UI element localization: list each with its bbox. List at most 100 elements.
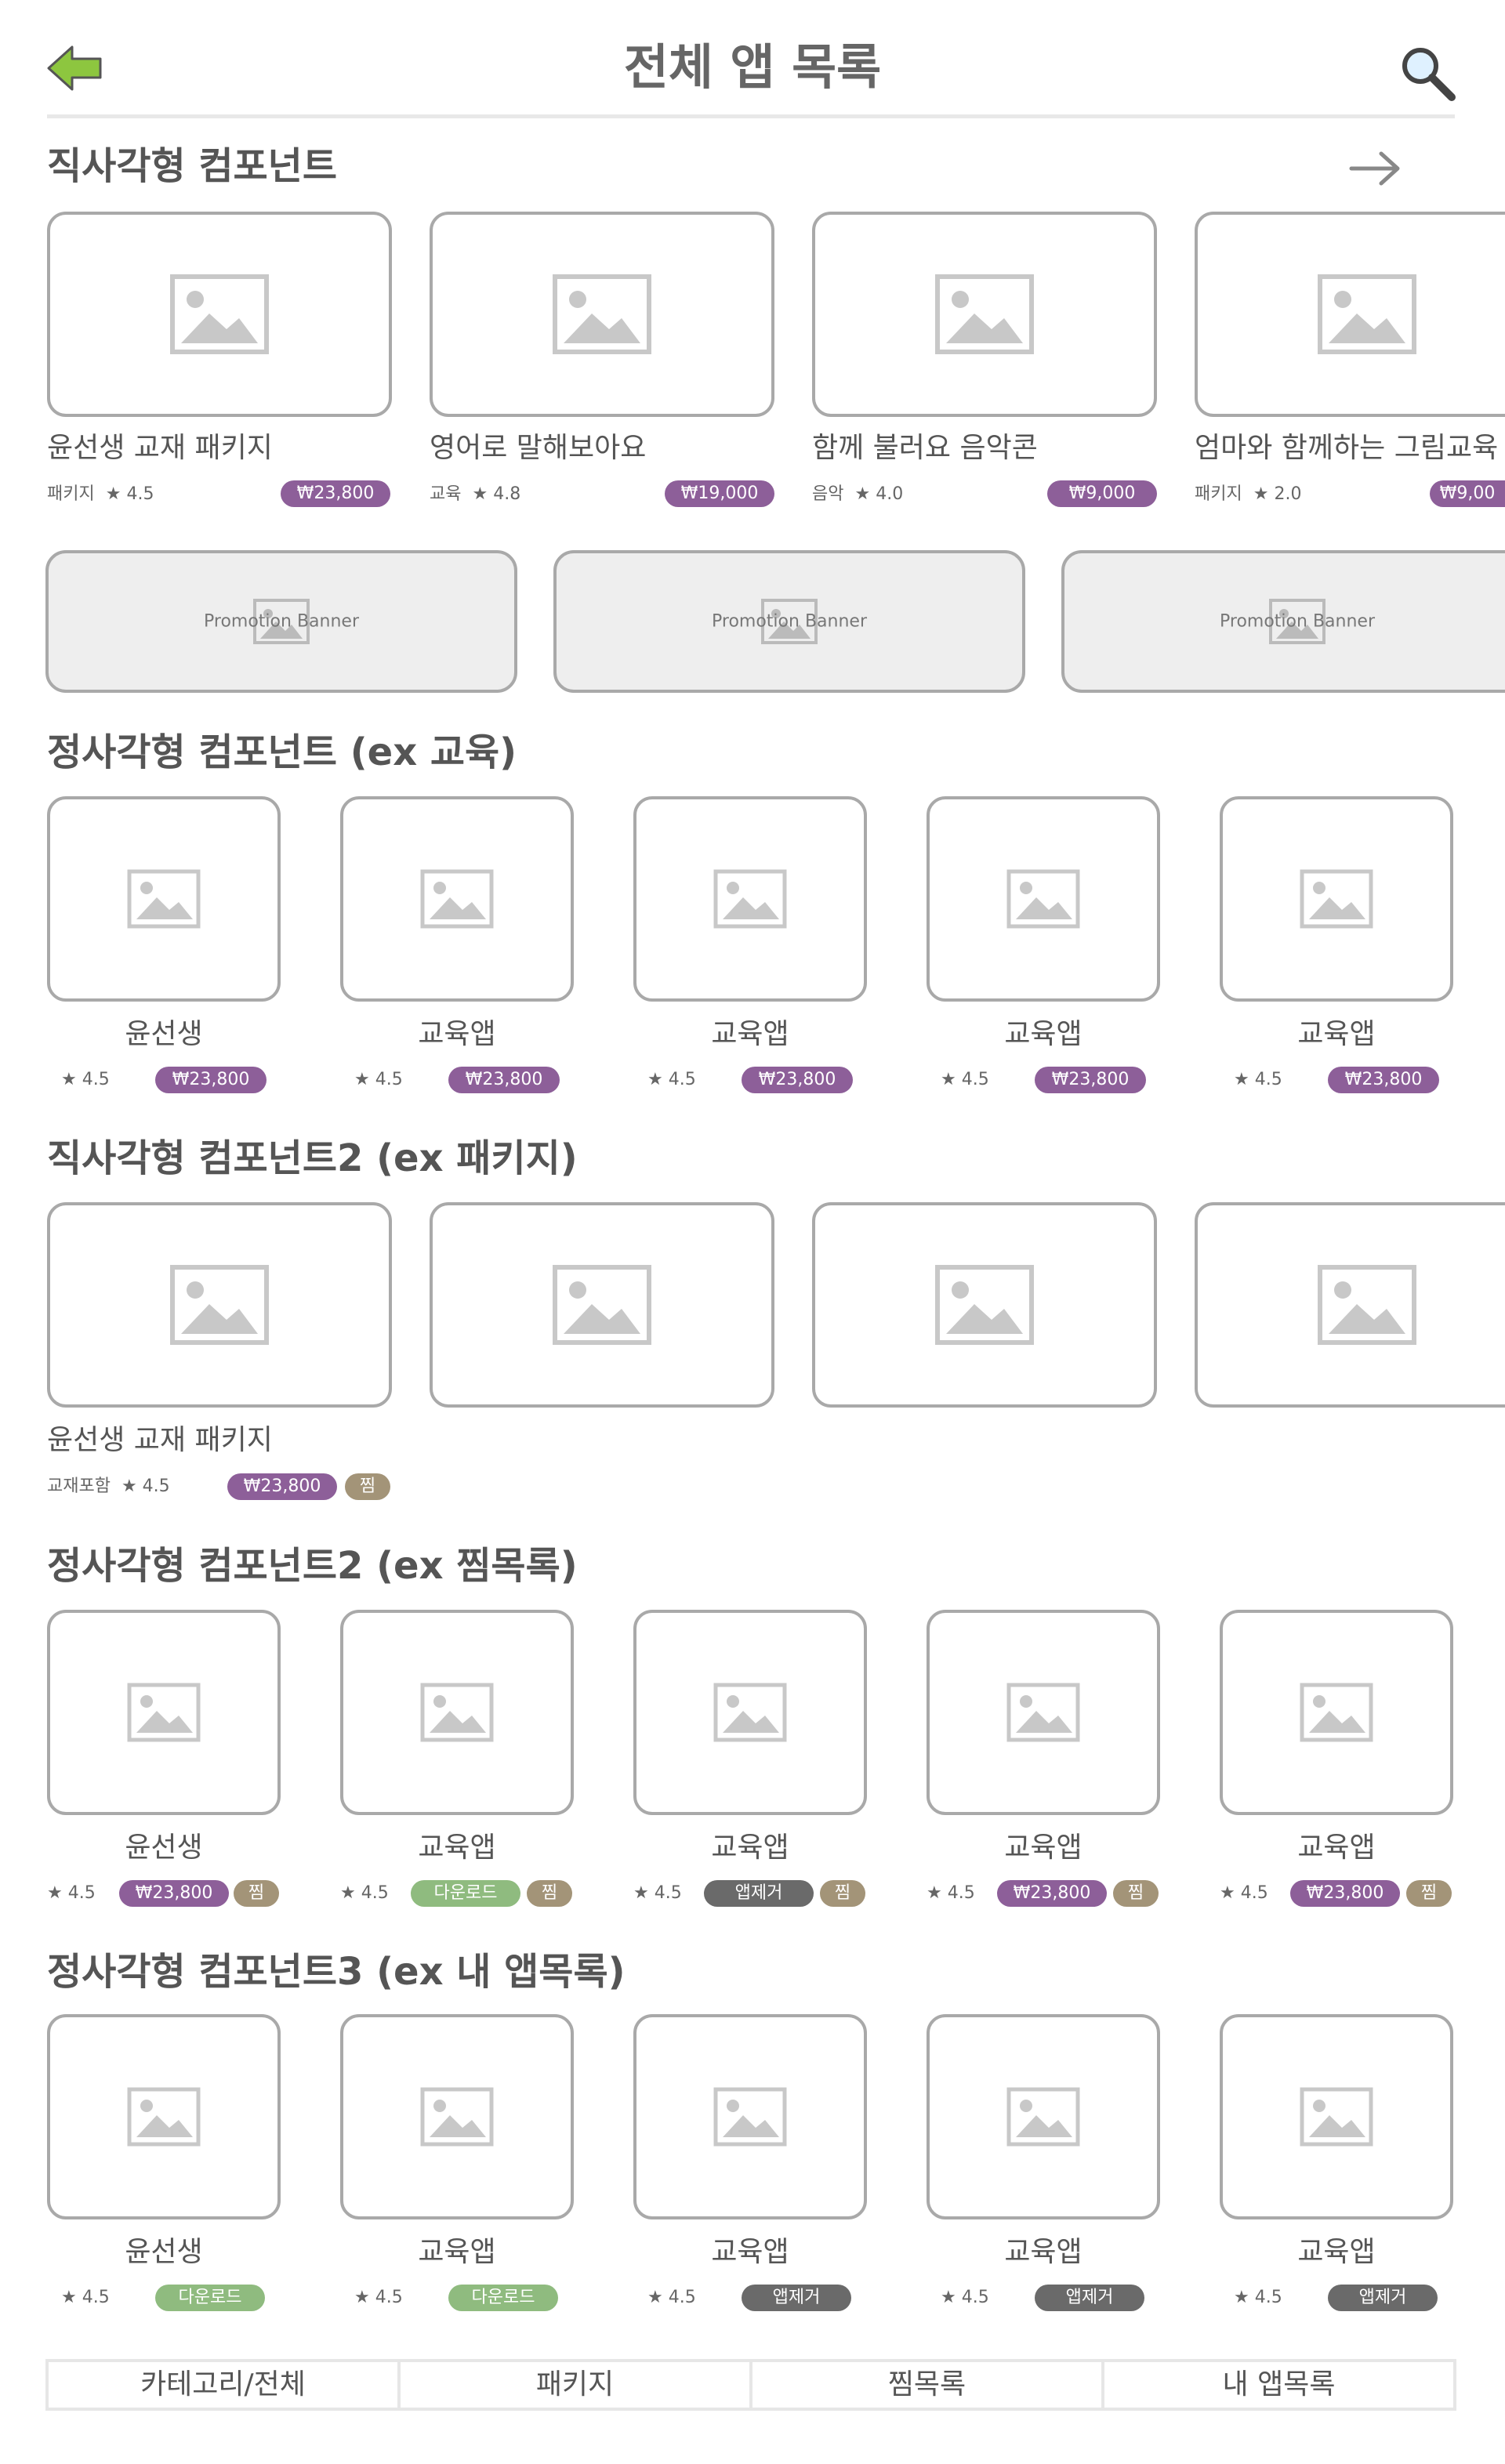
zzim-badge[interactable]: 찜 — [1113, 1880, 1159, 1907]
image-placeholder-icon — [713, 2087, 787, 2147]
price-badge[interactable]: ₩23,800 — [281, 480, 390, 507]
image-placeholder-icon — [170, 1265, 269, 1345]
price-badge[interactable]: ₩23,800 — [742, 1067, 853, 1093]
app-thumbnail[interactable] — [927, 2014, 1160, 2219]
app-thumbnail[interactable] — [340, 796, 574, 1002]
package-name: 영어로 말해보아요 — [430, 432, 647, 464]
price-badge[interactable]: ₩23,800 — [997, 1880, 1107, 1907]
package-thumbnail[interactable] — [430, 212, 774, 417]
image-placeholder-icon — [127, 2087, 201, 2147]
rating: ★ 4.5 — [647, 1070, 696, 1089]
app-name: 교육앱 — [1297, 1018, 1376, 1050]
image-placeholder-icon — [127, 869, 201, 929]
price-badge[interactable]: ₩23,800 — [155, 1067, 267, 1093]
app-thumbnail[interactable] — [47, 1610, 281, 1815]
app-name: 윤선생 — [125, 1832, 203, 1864]
download-button[interactable]: 다운로드 — [411, 1880, 520, 1907]
tab-category-all[interactable]: 카테고리/전체 — [49, 2362, 401, 2408]
rating: ★ 4.5 — [340, 1883, 389, 1903]
app-name: 교육앱 — [1297, 1832, 1376, 1864]
app-thumbnail[interactable] — [1220, 1610, 1453, 1815]
image-placeholder-icon — [420, 1683, 494, 1742]
more-button[interactable] — [1348, 149, 1403, 188]
zzim-badge[interactable]: 찜 — [527, 1880, 572, 1907]
rating: ★ 4.5 — [1220, 1883, 1268, 1903]
rating: ★ 4.5 — [1234, 1070, 1282, 1089]
rating: ★ 4.5 — [1234, 2288, 1282, 2307]
price-badge[interactable]: ₩23,800 — [1328, 1067, 1439, 1093]
app-name: 교육앱 — [1004, 1832, 1083, 1864]
app-thumbnail[interactable] — [1220, 2014, 1453, 2219]
download-button[interactable]: 다운로드 — [155, 2285, 265, 2311]
package-thumbnail[interactable] — [47, 212, 392, 417]
package-meta: 교재포함 ★ 4.5 — [47, 1475, 170, 1498]
app-thumbnail[interactable] — [340, 1610, 574, 1815]
zzim-badge[interactable]: 찜 — [1406, 1880, 1452, 1907]
app-name: 교육앱 — [1004, 1018, 1083, 1050]
package-meta: 패키지 ★ 2.0 — [1195, 483, 1301, 506]
price-badge[interactable]: ₩9,00 — [1430, 480, 1505, 507]
rating: ★ 4.5 — [927, 1883, 975, 1903]
price-badge[interactable]: ₩23,800 — [1035, 1067, 1146, 1093]
banner-label: Promotion Banner — [1220, 611, 1375, 632]
price-badge[interactable]: ₩19,000 — [665, 480, 774, 507]
package-thumbnail[interactable] — [812, 212, 1157, 417]
price-badge[interactable]: ₩9,000 — [1047, 480, 1157, 507]
package-thumbnail[interactable] — [812, 1202, 1157, 1408]
app-thumbnail[interactable] — [927, 796, 1160, 1002]
package-name: 엄마와 함께하는 그림교육 — [1195, 432, 1499, 464]
app-thumbnail[interactable] — [927, 1610, 1160, 1815]
package-thumbnail[interactable] — [1195, 1202, 1505, 1408]
section-title: 직사각형 컴포넌트2 (ex 패키지) — [47, 1136, 578, 1180]
banner-label: Promotion Banner — [204, 611, 359, 632]
price-badge[interactable]: ₩23,800 — [119, 1880, 229, 1907]
tab-my-apps[interactable]: 내 앱목록 — [1104, 2362, 1453, 2408]
section-title: 정사각형 컴포넌트3 (ex 내 앱목록) — [47, 1950, 626, 1994]
app-name: 교육앱 — [711, 2236, 789, 2268]
remove-app-button[interactable]: 앱제거 — [742, 2285, 851, 2311]
image-placeholder-icon — [553, 274, 651, 354]
zzim-badge[interactable]: 찜 — [820, 1880, 865, 1907]
image-placeholder-icon — [1300, 1683, 1373, 1742]
app-thumbnail[interactable] — [340, 2014, 574, 2219]
rating: ★ 4.5 — [354, 1070, 403, 1089]
image-placeholder-icon — [1006, 869, 1080, 929]
package-thumbnail[interactable] — [47, 1202, 392, 1408]
app-name: 교육앱 — [418, 1832, 496, 1864]
app-thumbnail[interactable] — [47, 2014, 281, 2219]
download-button[interactable]: 다운로드 — [448, 2285, 558, 2311]
promotion-banner[interactable]: Promotion Banner — [45, 550, 517, 693]
package-meta: 음악 ★ 4.0 — [812, 483, 903, 506]
app-thumbnail[interactable] — [633, 1610, 867, 1815]
app-thumbnail[interactable] — [633, 796, 867, 1002]
price-badge[interactable]: ₩23,800 — [448, 1067, 560, 1093]
image-placeholder-icon — [170, 274, 269, 354]
rating: ★ 2.0 — [1253, 484, 1302, 504]
app-name: 교육앱 — [711, 1832, 789, 1864]
tab-wishlist[interactable]: 찜목록 — [752, 2362, 1104, 2408]
app-thumbnail[interactable] — [1220, 796, 1453, 1002]
image-placeholder-icon — [1300, 869, 1373, 929]
rating: ★ 4.5 — [121, 1477, 170, 1496]
rating: ★ 4.5 — [941, 2288, 989, 2307]
zzim-badge[interactable]: 찜 — [345, 1473, 390, 1500]
tab-package[interactable]: 패키지 — [401, 2362, 752, 2408]
app-name: 윤선생 — [125, 2236, 203, 2268]
package-thumbnail[interactable] — [1195, 212, 1505, 417]
app-thumbnail[interactable] — [47, 796, 281, 1002]
price-badge[interactable]: ₩23,800 — [227, 1473, 337, 1500]
app-thumbnail[interactable] — [633, 2014, 867, 2219]
image-placeholder-icon — [1006, 2087, 1080, 2147]
promotion-banner[interactable]: Promotion Banner — [553, 550, 1025, 693]
header-divider — [47, 114, 1455, 118]
app-name: 교육앱 — [711, 1018, 789, 1050]
remove-app-button[interactable]: 앱제거 — [704, 1880, 814, 1907]
search-button[interactable] — [1397, 42, 1458, 103]
remove-app-button[interactable]: 앱제거 — [1035, 2285, 1144, 2311]
promotion-banner[interactable]: Promotion Banner — [1061, 550, 1505, 693]
zzim-badge[interactable]: 찜 — [234, 1880, 279, 1907]
price-badge[interactable]: ₩23,800 — [1290, 1880, 1400, 1907]
remove-app-button[interactable]: 앱제거 — [1328, 2285, 1438, 2311]
banner-label: Promotion Banner — [712, 611, 867, 632]
package-thumbnail[interactable] — [430, 1202, 774, 1408]
